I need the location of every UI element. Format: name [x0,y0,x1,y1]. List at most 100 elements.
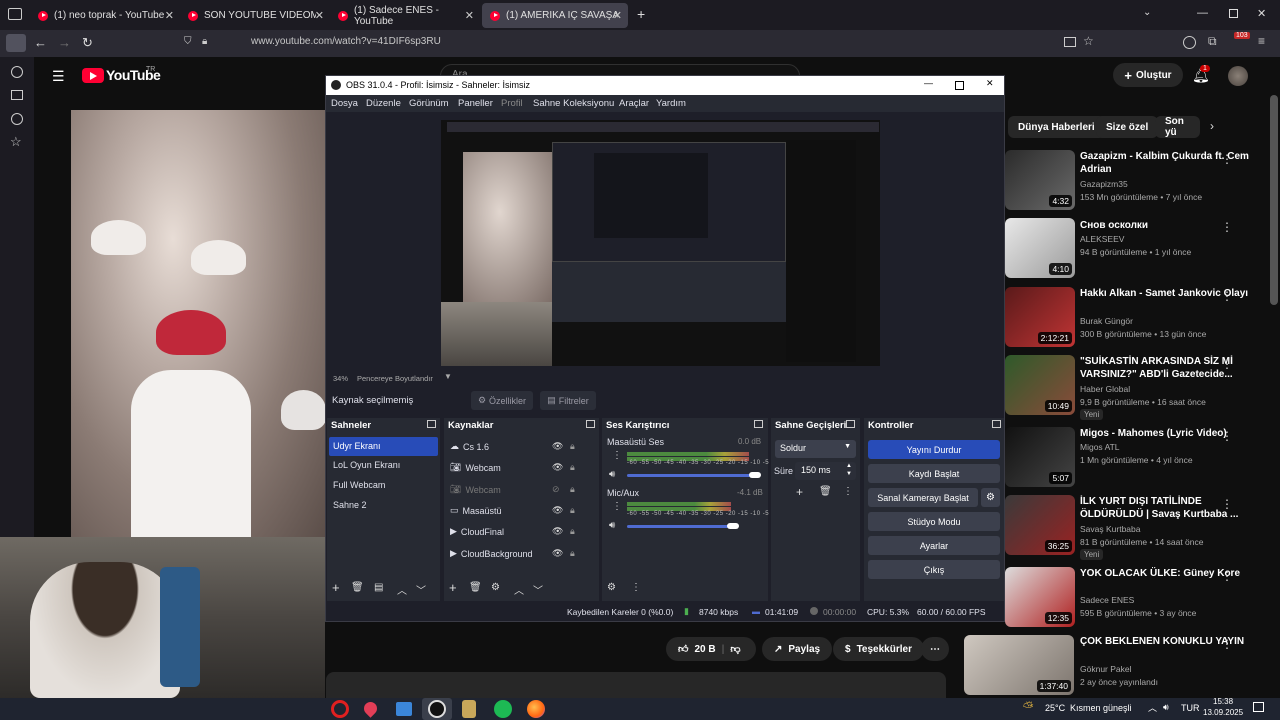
more-options-icon[interactable]: ⋮ [843,486,853,497]
page-scrollbar[interactable] [1270,95,1278,305]
related-video[interactable]: 10:49 "SUİKASTİN ARKASINDA SİZ Mİ VARSIN… [1005,355,1270,420]
visibility-eye-icon[interactable]: 👁︎ [552,462,563,473]
undock-icon[interactable] [427,420,436,428]
obs-taskbar-logo-icon[interactable] [428,700,446,718]
transition-select[interactable]: Soldur ▼ [775,440,856,458]
related-video[interactable]: 4:32 Gazapizm - Kalbim Çukurda ft. Cem A… [1005,150,1270,210]
clock-date[interactable]: 13.09.2025 [1203,708,1243,717]
undock-icon[interactable] [586,420,595,428]
avatar[interactable] [1228,66,1248,86]
channel-name[interactable]: Burak Güngör [1080,316,1133,326]
shield-icon[interactable]: ⛉ [184,36,192,47]
browser-tab[interactable]: (1) neo toprak - YouTube ✕ [30,3,180,28]
source-item[interactable]: ▶ CloudBackground [450,548,532,559]
close-tab-icon[interactable]: ✕ [165,9,174,22]
lock-icon[interactable]: 🔒︎ [570,505,575,516]
create-button[interactable]: + Oluştur [1113,63,1183,87]
lock-icon[interactable]: 🔒︎ [570,484,575,495]
channel-name[interactable]: Migos ATL [1080,442,1120,452]
more-options-icon[interactable]: ⋮ [1221,357,1233,371]
chip-for-you[interactable]: Size özel [1096,116,1159,138]
weather-description[interactable]: Kısmen güneşli [1070,703,1132,713]
tray-chevron-up-icon[interactable]: ︿ [1148,701,1157,714]
move-down-icon[interactable]: ﹀ [533,582,543,597]
start-virtual-camera-button[interactable]: Sanal Kamerayı Başlat [868,488,978,507]
lock-icon[interactable]: 🔒︎ [570,441,575,452]
video-thumbnail[interactable]: 10:49 [1005,355,1075,415]
more-options-icon[interactable]: ⋮ [612,501,622,512]
sidebar-toggle-icon[interactable] [6,34,26,52]
source-item[interactable]: ▶ CloudFinal [450,526,504,537]
more-options-icon[interactable]: ⋮ [1221,497,1233,511]
move-up-icon[interactable]: ︿ [397,582,407,597]
obs-preview[interactable] [441,120,880,366]
add-transition-icon[interactable]: + [796,485,803,499]
studio-mode-button[interactable]: Stüdyo Modu [868,512,1000,531]
remove-scene-icon[interactable]: 🗑︎ [351,582,364,593]
visibility-eye-icon[interactable]: 👁︎ [552,548,563,559]
menu-docks[interactable]: Paneller [458,98,493,109]
source-item[interactable]: 📷︎ Webcam [450,484,501,495]
close-window-icon[interactable]: ✕ [1257,7,1266,20]
description-box[interactable] [326,672,946,698]
source-item[interactable]: ▭ Masaüstü [450,505,502,516]
undock-icon[interactable] [992,420,1001,428]
minimize-window-icon[interactable]: — [1197,7,1208,19]
pip-icon[interactable] [1064,37,1076,47]
video-thumbnail[interactable]: 36:25 [1005,495,1075,555]
notification-center-icon[interactable] [1253,702,1264,712]
related-video[interactable]: 2:12:21 Hakkı Alkan - Samet Jankovic Ola… [1005,287,1270,347]
mixer-settings-icon[interactable]: ⚙ [607,582,616,593]
menu-help[interactable]: Yardım [656,98,686,109]
menu-scene-collection[interactable]: Sahne Koleksiyonu [533,98,614,109]
new-tab-icon[interactable]: + [637,6,645,22]
ai-chat-icon[interactable] [11,66,23,78]
league-client-icon[interactable] [462,700,476,718]
more-options-icon[interactable]: ⋮ [1221,429,1233,443]
stepper-icon[interactable]: ▲ ▼ [846,462,852,478]
menu-edit[interactable]: Düzenle [366,98,401,109]
visibility-hidden-icon[interactable]: ⊘ [552,484,560,495]
channel-name[interactable]: Haber Global [1080,384,1130,394]
more-options-icon[interactable]: ⋮ [1221,220,1233,234]
more-options-icon[interactable]: ⋮ [1221,569,1233,583]
channel-name[interactable]: Sadece ENES [1080,595,1134,605]
close-tab-icon[interactable]: ✕ [465,9,474,22]
stop-stream-button[interactable]: Yayını Durdur [868,440,1000,459]
obs-maximize-icon[interactable] [955,81,964,90]
more-options-icon[interactable]: ⋮ [612,450,622,461]
browser-tab-active[interactable]: (1) AMERİKA İÇ SAVAŞA GİDİYOR ✕ [482,3,628,28]
lock-icon[interactable]: 🔒︎ [202,36,207,47]
menu-tools[interactable]: Araçlar [619,98,649,109]
undock-icon[interactable] [754,420,763,428]
channel-name[interactable]: ALEKSEEV [1080,234,1124,244]
remove-source-icon[interactable]: 🗑︎ [469,582,482,593]
restore-window-icon[interactable] [1229,9,1238,18]
extensions-icon[interactable]: ⧉ [1208,34,1217,49]
visibility-eye-icon[interactable]: 👁︎ [552,505,563,516]
language-indicator[interactable]: TUR [1181,703,1200,713]
speaker-icon[interactable]: 🔊︎ [609,469,615,480]
video-thumbnail[interactable]: 5:07 [1005,427,1075,487]
properties-button[interactable]: ⚙ Özellikler [471,391,533,410]
more-options-icon[interactable]: ⋮ [631,582,641,593]
visibility-eye-icon[interactable]: 👁︎ [552,526,563,537]
opera-gx-icon[interactable] [331,700,349,718]
file-explorer-icon[interactable] [396,702,412,716]
related-video[interactable]: 4:10 Снов осколки ALEKSEEV 94 B görüntül… [1005,218,1270,278]
browser-tab[interactable]: SON YOUTUBE VİDEOM - YouTube ✕ [180,3,330,28]
extension-badge[interactable]: 103 [1234,32,1250,39]
obs-minimize-icon[interactable]: — [924,78,933,88]
video-player[interactable] [71,110,326,540]
volume-icon[interactable]: 🔊︎ [1163,702,1169,713]
remove-transition-icon[interactable]: 🗑︎ [819,486,832,497]
thumbs-down-icon[interactable]: 👎︎ [730,643,740,655]
more-actions-button[interactable]: ⋯ [921,637,949,661]
scene-item[interactable]: LoL Oyun Ekranı [329,456,438,475]
related-video[interactable]: 12:35 YOK OLACAK ÜLKE: Güney Kore Sadece… [1005,567,1270,627]
speaker-icon[interactable]: 🔊︎ [609,520,615,531]
settings-button[interactable]: Ayarlar [868,536,1000,555]
channel-name[interactable]: Savaş Kurtbaba [1080,524,1140,534]
video-thumbnail[interactable]: 4:32 [1005,150,1075,210]
browser-tab[interactable]: (1) Sadece ENES - YouTube ✕ [330,3,480,28]
